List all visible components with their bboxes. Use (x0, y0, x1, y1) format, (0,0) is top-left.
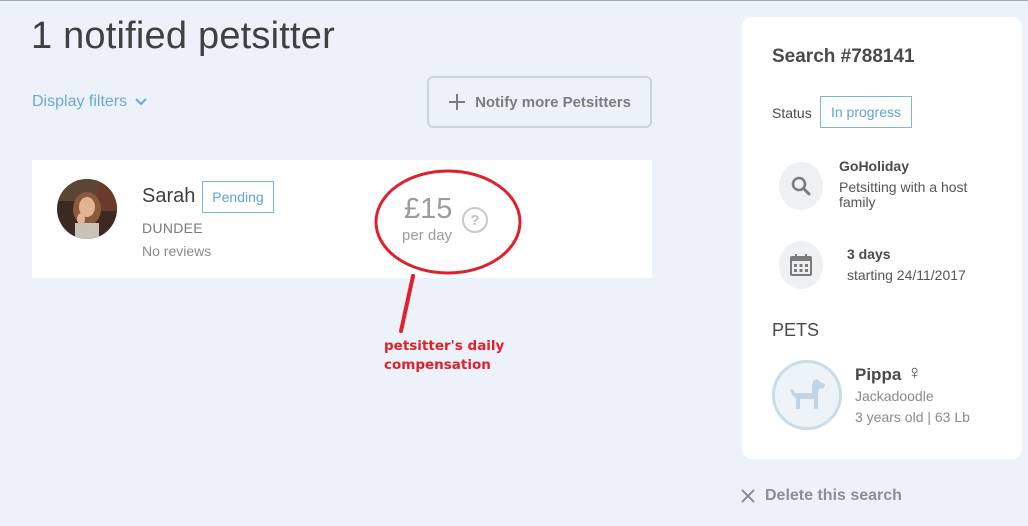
status-label: Status (772, 105, 812, 121)
display-filters-toggle[interactable]: Display filters (32, 93, 147, 111)
delete-search-button[interactable]: Delete this search (741, 487, 902, 505)
pet-details: 3 years old | 63 Lb (855, 409, 970, 425)
status-badge: Pending (202, 181, 274, 213)
duration: 3 days (847, 246, 891, 262)
pets-heading: PETS (772, 320, 820, 340)
pet-name[interactable]: Pippa (855, 365, 901, 385)
notify-button-label: Notify more Petsitters (475, 93, 631, 111)
help-icon[interactable]: ? (462, 207, 488, 233)
notify-more-petsitters-button[interactable]: Notify more Petsitters (427, 76, 652, 128)
service-name: GoHoliday (839, 158, 910, 174)
petsitter-avatar[interactable] (57, 179, 117, 239)
petsitter-name[interactable]: Sarah (142, 185, 195, 208)
annotation-label: petsitter's daily compensation (384, 338, 505, 373)
search-icon (779, 162, 823, 210)
service-description: Petsitting with a host family (839, 179, 968, 210)
petsitter-city: DUNDEE (142, 220, 203, 236)
price-unit: per day (402, 227, 453, 244)
display-filters-label: Display filters (32, 93, 128, 110)
petsitter-reviews: No reviews (142, 243, 212, 259)
search-title: Search #788141 (772, 46, 915, 67)
calendar-icon (779, 241, 823, 289)
chevron-down-icon (135, 98, 147, 106)
plus-icon (449, 94, 466, 110)
search-summary-panel: Search #788141 Status In progress GoHoli… (742, 17, 1022, 459)
pet-gender-icon: ♀ (907, 362, 922, 384)
dog-icon[interactable] (772, 360, 842, 430)
search-status-badge: In progress (820, 96, 912, 128)
start-date: starting 24/11/2017 (847, 267, 966, 283)
pet-breed: Jackadoodle (855, 388, 934, 404)
petsitter-card[interactable]: Sarah Pending DUNDEE No reviews £15 per … (32, 160, 652, 278)
page-title: 1 notified petsitter (31, 15, 335, 57)
annotation-arrow-line (399, 274, 415, 333)
delete-search-label: Delete this search (765, 487, 902, 504)
close-icon (741, 489, 755, 503)
price-value: £15 (404, 193, 453, 225)
